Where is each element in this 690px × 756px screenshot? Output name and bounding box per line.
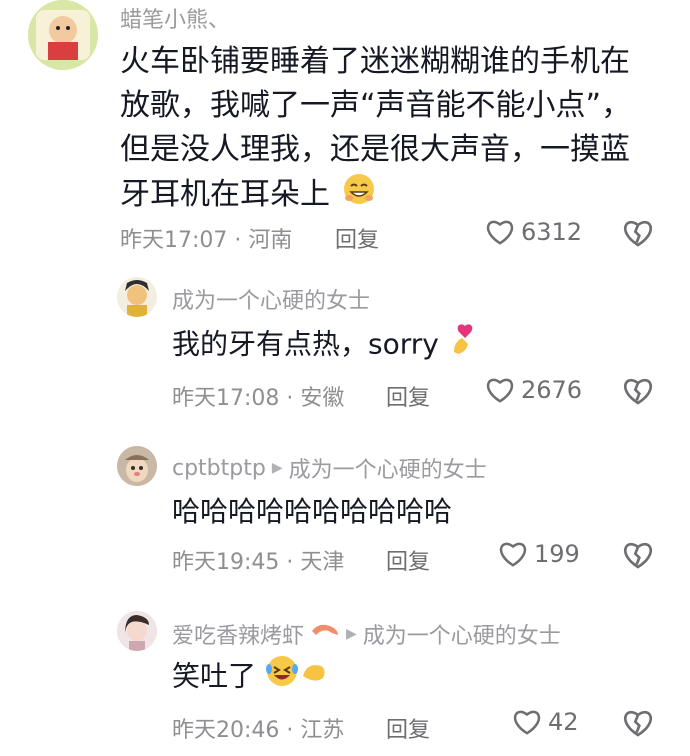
dislike-button[interactable] bbox=[622, 218, 654, 252]
reply-arrow-icon: ▶ bbox=[346, 626, 357, 642]
reply-arrow-icon: ▶ bbox=[271, 460, 283, 476]
broken-heart-icon bbox=[624, 710, 652, 737]
username[interactable]: cptbtptp ▶ 成为一个心硬的女士 bbox=[172, 452, 487, 484]
username[interactable]: 蜡笔小熊、 bbox=[120, 2, 230, 34]
grin-sweat-emoji-icon bbox=[340, 172, 378, 219]
reply-button[interactable]: 回复 bbox=[386, 544, 430, 576]
broken-heart-icon bbox=[624, 378, 652, 405]
username-text[interactable]: cptbtptp bbox=[172, 456, 266, 481]
like-count: 42 bbox=[548, 708, 579, 736]
finger-heart-emoji-icon bbox=[448, 322, 478, 369]
comment-text: 哈哈哈哈哈哈哈哈哈哈 bbox=[172, 490, 652, 534]
reply-button[interactable]: 回复 bbox=[386, 380, 430, 412]
broken-heart-icon bbox=[624, 542, 652, 569]
heart-icon bbox=[499, 542, 527, 567]
heart-icon bbox=[486, 220, 514, 245]
comment-text-content: 哈哈哈哈哈哈哈哈哈哈 bbox=[172, 495, 453, 528]
dislike-button[interactable] bbox=[622, 376, 654, 410]
comment-text-content: 我的牙有点热，sorry bbox=[172, 327, 439, 361]
avatar[interactable] bbox=[117, 611, 157, 651]
like-count: 199 bbox=[534, 540, 580, 568]
reply-button[interactable]: 回复 bbox=[386, 712, 430, 744]
username[interactable]: 爱吃香辣烤虾 ▶ 成为一个心硬的女士 bbox=[172, 618, 561, 650]
comment-text: 火车卧铺要睡着了迷迷糊糊谁的手机在放歌，我喊了一声“声音能不能小点”，但是没人理… bbox=[120, 40, 650, 219]
comment-meta: 昨天17:08 · 安徽 bbox=[172, 386, 345, 411]
like-count: 6312 bbox=[521, 218, 583, 246]
heart-icon bbox=[486, 378, 514, 403]
comment-text: 我的牙有点热，sorry bbox=[172, 322, 652, 369]
broken-heart-icon bbox=[624, 220, 652, 247]
reply-to-username[interactable]: 成为一个心硬的女士 bbox=[363, 618, 561, 650]
like-count: 2676 bbox=[521, 376, 583, 404]
avatar[interactable] bbox=[28, 0, 98, 70]
like-button[interactable]: 6312 bbox=[485, 218, 582, 246]
shrimp-icon bbox=[310, 621, 340, 647]
like-button[interactable]: 2676 bbox=[485, 376, 582, 404]
comment-text: 笑吐了 bbox=[172, 654, 652, 701]
reply-button[interactable]: 回复 bbox=[335, 222, 379, 254]
laughing-tears-emoji-icon bbox=[265, 654, 329, 701]
comment-meta: 昨天19:45 · 天津 bbox=[172, 550, 345, 575]
avatar[interactable] bbox=[117, 446, 157, 486]
dislike-button[interactable] bbox=[622, 708, 654, 742]
comment-meta: 昨天17:07 · 河南 bbox=[120, 228, 293, 253]
like-button[interactable]: 199 bbox=[498, 540, 580, 568]
like-button[interactable]: 42 bbox=[512, 708, 579, 736]
dislike-button[interactable] bbox=[622, 540, 654, 574]
username[interactable]: 成为一个心硬的女士 bbox=[172, 283, 370, 315]
username-text[interactable]: 爱吃香辣烤虾 bbox=[172, 618, 304, 650]
reply-to-username[interactable]: 成为一个心硬的女士 bbox=[289, 452, 487, 484]
username-text[interactable]: 蜡笔小熊、 bbox=[120, 2, 230, 34]
heart-icon bbox=[513, 710, 541, 735]
comment-text-content: 笑吐了 bbox=[172, 659, 257, 693]
avatar[interactable] bbox=[117, 277, 157, 317]
comment-meta: 昨天20:46 · 江苏 bbox=[172, 718, 345, 743]
username-text[interactable]: 成为一个心硬的女士 bbox=[172, 283, 370, 315]
